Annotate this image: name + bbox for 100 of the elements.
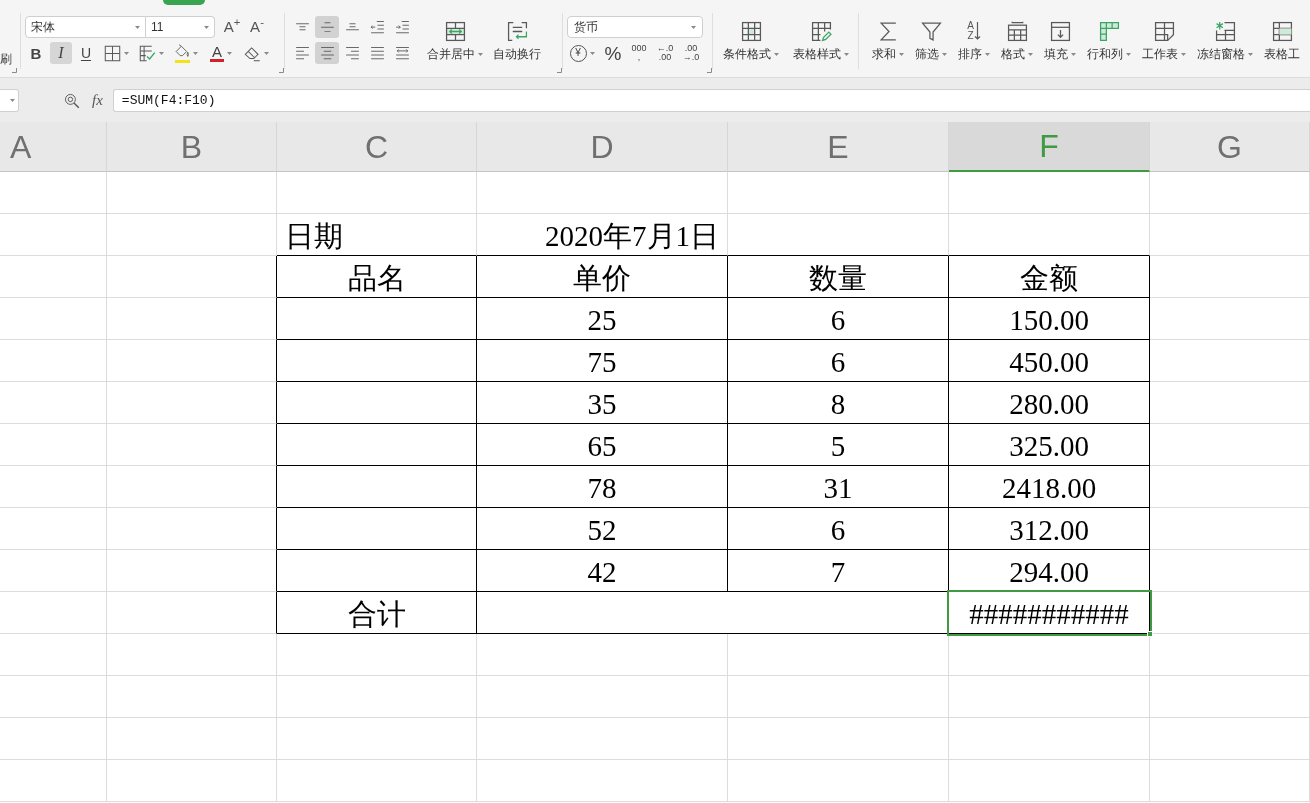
- table-cell: 合计: [277, 592, 477, 634]
- column-header[interactable]: A: [0, 122, 107, 172]
- eraser-icon: [243, 44, 261, 62]
- align-bottom-icon: [344, 23, 360, 31]
- grid-icon: [103, 44, 121, 62]
- align-top-icon: [294, 23, 310, 31]
- caret-icon: [985, 52, 990, 56]
- caret-icon: [1071, 52, 1076, 56]
- active-tab-pill[interactable]: [163, 0, 205, 5]
- down-arrow-box-icon: [1049, 20, 1071, 42]
- corner-icon[interactable]: [12, 68, 17, 73]
- cells-icon: [1098, 20, 1120, 42]
- wrap-text-button[interactable]: 自动换行: [493, 15, 541, 77]
- table-cell: 2418.00: [949, 466, 1150, 508]
- paint-bucket-icon: [174, 43, 190, 59]
- table-cell: 450.00: [949, 340, 1150, 382]
- conditional-format-button[interactable]: 条件格式: [723, 15, 779, 77]
- table-cell: 日期: [277, 214, 477, 256]
- caret-icon: [774, 52, 779, 56]
- align-center-icon: [319, 45, 335, 61]
- corner-icon[interactable]: [279, 68, 284, 73]
- corner-icon[interactable]: [557, 68, 562, 73]
- table-cell: 35: [477, 382, 728, 424]
- font-color-button[interactable]: A: [205, 42, 237, 64]
- table-cell: 294.00: [949, 550, 1150, 592]
- column-header[interactable]: E: [728, 122, 949, 172]
- column-header[interactable]: G: [1150, 122, 1310, 172]
- align-right-icon: [344, 45, 360, 61]
- caret-icon: [158, 51, 164, 55]
- format-painter-button[interactable]: 刷: [0, 52, 12, 66]
- font-size-select[interactable]: 11: [146, 16, 215, 38]
- table-cell: 7: [728, 550, 949, 592]
- caret-icon: [263, 51, 269, 55]
- format-button[interactable]: 格式: [1001, 15, 1033, 77]
- table-cell: 31: [728, 466, 949, 508]
- sheet-icon: [1153, 20, 1175, 42]
- justify-icon: [369, 45, 385, 61]
- increase-decimal-button[interactable]: ←.0 .00: [655, 42, 675, 64]
- font-shrink-button[interactable]: A$^{-}$: [247, 16, 267, 38]
- fill-button[interactable]: 填充: [1044, 15, 1076, 77]
- caret-icon: [844, 52, 849, 56]
- sigma-icon: [877, 20, 899, 42]
- table-cell: 6: [728, 298, 949, 340]
- table-tools-button[interactable]: 表格工: [1264, 15, 1300, 77]
- formula-input[interactable]: =SUM(F4:F10): [112, 89, 1310, 112]
- font-grow-button[interactable]: A$^{+}$: [222, 16, 242, 38]
- table-cell: 单价: [477, 256, 728, 298]
- column-header[interactable]: C: [277, 122, 477, 172]
- table-cell: 8: [728, 382, 949, 424]
- distribute-icon: [394, 45, 410, 61]
- thousands-separator-button[interactable]: 000 ,: [629, 42, 649, 64]
- caret-icon: [1181, 52, 1186, 56]
- align-left-icon: [294, 45, 310, 61]
- bold-button[interactable]: B: [25, 42, 47, 64]
- filter-button[interactable]: 筛选: [915, 15, 947, 77]
- caret-icon: [478, 52, 483, 56]
- table-cell: 150.00: [949, 298, 1150, 340]
- caret-icon: [942, 52, 947, 56]
- wrap-text-icon: [506, 20, 528, 42]
- rows-columns-button[interactable]: 行和列: [1087, 15, 1131, 77]
- table-cell: 25: [477, 298, 728, 340]
- outdent-icon: [369, 19, 385, 35]
- worksheet-button[interactable]: 工作表: [1142, 15, 1186, 77]
- underline-button[interactable]: U: [75, 42, 97, 64]
- column-header[interactable]: B: [107, 122, 277, 172]
- table-cell: 6: [728, 340, 949, 382]
- fill-handle[interactable]: [1147, 631, 1153, 637]
- font-name-select[interactable]: 宋体: [25, 16, 146, 38]
- caret-icon: [204, 25, 209, 29]
- sort-button[interactable]: A Z 排序: [958, 15, 990, 77]
- table-cell: 金额: [949, 256, 1150, 298]
- sum-button[interactable]: 求和: [872, 15, 904, 77]
- table-cell: 280.00: [949, 382, 1150, 424]
- percent-button[interactable]: %: [603, 42, 623, 64]
- merge-center-button[interactable]: 合并居中: [427, 15, 483, 77]
- number-format-select[interactable]: 货币: [567, 16, 703, 38]
- align-center-button[interactable]: [315, 42, 339, 64]
- freeze-panes-button[interactable]: 冻结窗格: [1197, 15, 1253, 77]
- caret-icon: [589, 51, 595, 55]
- column-header[interactable]: D: [477, 122, 728, 172]
- table-icon: [1271, 20, 1293, 42]
- caret-icon: [123, 51, 129, 55]
- search-icon: [64, 92, 80, 109]
- table-cell: 2020年7月1日: [477, 214, 728, 256]
- table-style-button[interactable]: 表格样式: [793, 15, 849, 77]
- function-label[interactable]: fx: [92, 93, 103, 108]
- italic-button[interactable]: I: [50, 42, 72, 64]
- table-cell: 312.00: [949, 508, 1150, 550]
- table-pencil-icon: [810, 20, 832, 42]
- decrease-decimal-button[interactable]: .00 →.0: [681, 42, 701, 64]
- corner-icon[interactable]: [707, 68, 712, 73]
- name-box[interactable]: [0, 89, 19, 112]
- table-cell: 5: [728, 424, 949, 466]
- currency-button[interactable]: ¥: [567, 42, 597, 64]
- table-cell: 325.00: [949, 424, 1150, 466]
- table-cell: 52: [477, 508, 728, 550]
- table-cell: 65: [477, 424, 728, 466]
- table-cell: 品名: [277, 256, 477, 298]
- indent-icon: [394, 19, 410, 35]
- align-middle-button[interactable]: [315, 16, 339, 38]
